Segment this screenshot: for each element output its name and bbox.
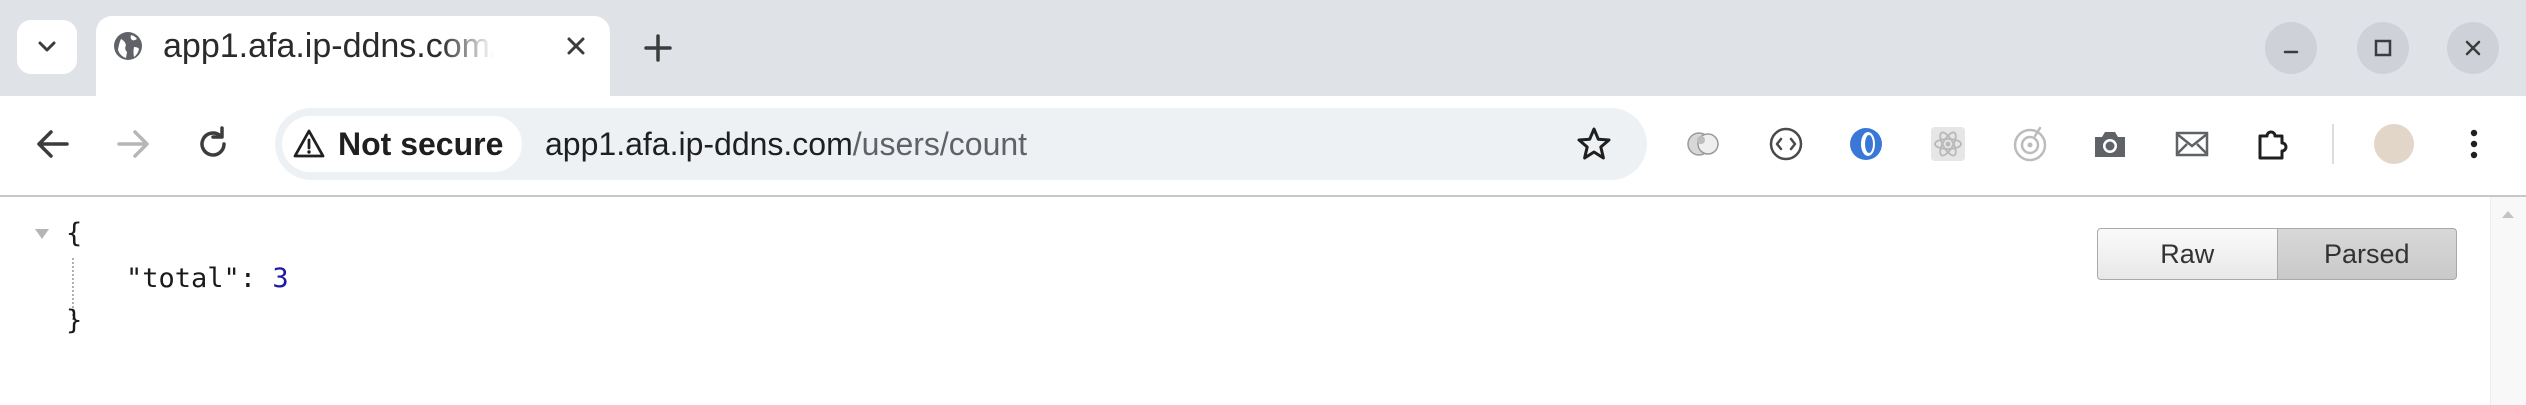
json-separator: : <box>239 263 273 294</box>
parsed-button[interactable]: Parsed <box>2277 228 2457 280</box>
kebab-menu-icon[interactable] <box>2454 124 2494 164</box>
extensions-puzzle-icon[interactable] <box>2252 124 2292 164</box>
url-host: app1.afa.ip-ddns.com <box>545 126 853 162</box>
json-entry: "total": 3 <box>126 262 289 296</box>
warning-triangle-icon <box>293 129 325 158</box>
vertical-scrollbar[interactable] <box>2490 197 2526 405</box>
forward-arrow-icon[interactable] <box>111 122 155 166</box>
collapse-triangle-icon[interactable] <box>32 226 52 242</box>
close-icon <box>2465 40 2481 56</box>
view-mode-toggle: Raw Parsed <box>2097 228 2457 280</box>
plus-icon[interactable] <box>636 26 680 70</box>
profile-avatar[interactable] <box>2374 124 2414 164</box>
close-icon[interactable] <box>560 30 592 62</box>
tab-title: app1.afa.ip-ddns.com/users/count <box>163 27 493 65</box>
scroll-up-arrow-icon[interactable] <box>2500 208 2516 220</box>
maximize-icon <box>2374 39 2392 57</box>
json-value: 3 <box>272 263 289 294</box>
json-close-brace: } <box>66 305 83 336</box>
target-extension-icon[interactable] <box>2010 124 2050 164</box>
maximize-button[interactable] <box>2357 22 2409 74</box>
reload-icon[interactable] <box>191 122 235 166</box>
chevron-down-icon <box>38 41 56 52</box>
close-window-button[interactable] <box>2447 22 2499 74</box>
blue-extension-icon[interactable] <box>1846 124 1886 164</box>
toolbar-divider <box>2332 124 2334 164</box>
react-devtools-icon[interactable] <box>1928 124 1968 164</box>
extension-icon[interactable] <box>1684 124 1724 164</box>
minimize-button[interactable] <box>2265 22 2317 74</box>
globe-icon <box>114 32 142 60</box>
security-label: Not secure <box>338 126 504 162</box>
camera-icon[interactable] <box>2090 124 2130 164</box>
raw-button[interactable]: Raw <box>2097 228 2278 280</box>
url-text[interactable]: app1.afa.ip-ddns.com/users/count <box>545 120 1027 168</box>
tab-search-button[interactable] <box>17 20 77 74</box>
code-extension-icon[interactable] <box>1766 124 1806 164</box>
minimize-icon <box>2283 50 2299 54</box>
star-icon[interactable] <box>1574 124 1614 164</box>
back-arrow-icon[interactable] <box>31 122 75 166</box>
url-path: /users/count <box>852 126 1028 162</box>
json-open-brace: { <box>66 218 83 249</box>
json-key: "total" <box>126 263 240 294</box>
mail-icon[interactable] <box>2172 124 2212 164</box>
